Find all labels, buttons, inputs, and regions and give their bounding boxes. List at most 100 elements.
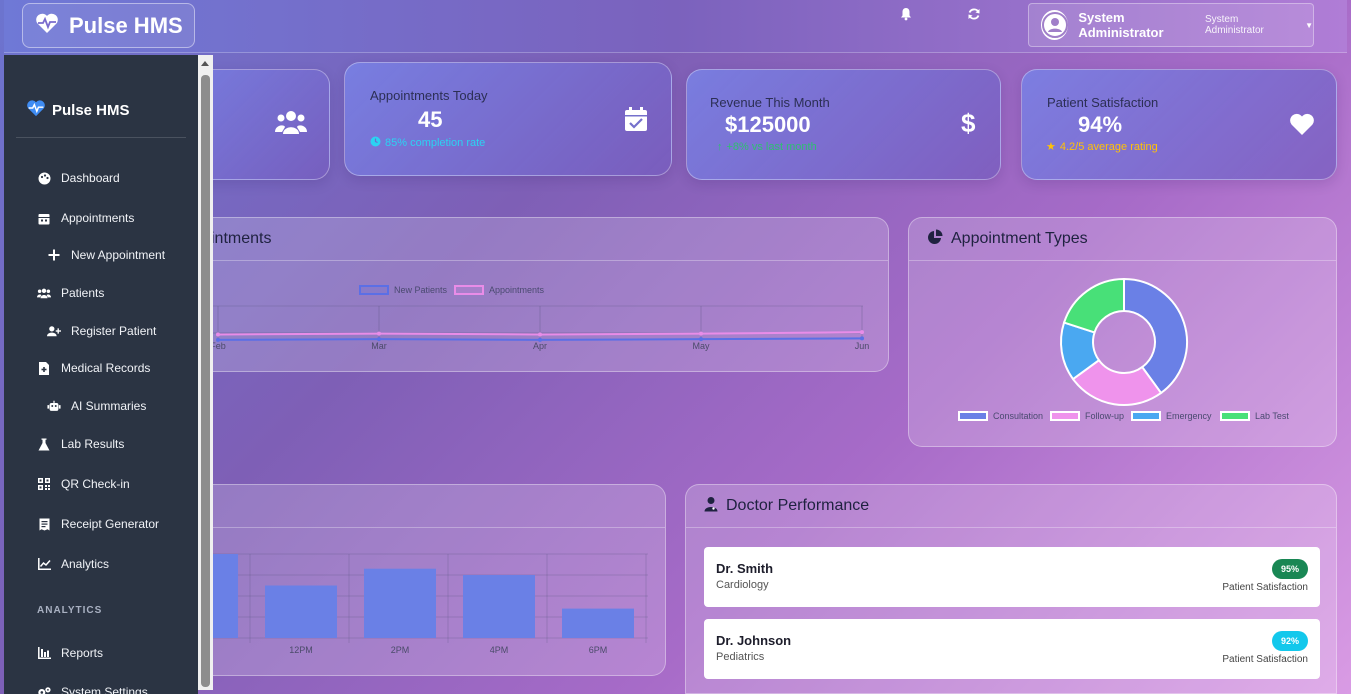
line-chart: Feb Mar Apr May Jun [210, 305, 869, 351]
doctor-card[interactable]: Dr. Johnson Pediatrics 92% Patient Satis… [704, 619, 1320, 679]
sidebar-item-lab-results[interactable]: Lab Results [37, 437, 124, 451]
legend-emergency[interactable]: Emergency [1131, 411, 1212, 421]
heart-icon [1289, 112, 1315, 141]
sidebar-brand[interactable]: Pulse HMS [26, 99, 130, 121]
stat-value: 94% [1078, 112, 1123, 137]
sidebar-scrollbar[interactable] [198, 55, 213, 690]
data-point[interactable] [377, 331, 381, 336]
legend-swatch [1131, 411, 1161, 421]
scrollbar-thumb[interactable] [201, 75, 210, 687]
stat-sub: ↑ +8% vs last month [717, 141, 817, 153]
calendar-check-icon [624, 106, 648, 137]
data-point[interactable] [216, 332, 220, 337]
doctor-name: Dr. Johnson [716, 633, 792, 648]
receipt-icon [37, 517, 51, 531]
file-medical-icon [37, 361, 51, 375]
chart-bar-icon [37, 646, 51, 660]
sidebar-item-dashboard[interactable]: Dashboard [37, 171, 120, 185]
x-tick-label: 6PM [589, 645, 608, 655]
sidebar-item-label: Patients [61, 286, 105, 300]
stat-label: Revenue This Month [710, 95, 830, 110]
user-name: System Administrator [1078, 10, 1164, 40]
sidebar-section-label: ANALYTICS [37, 605, 103, 616]
sidebar-item-label: Lab Results [61, 437, 125, 451]
sidebar-item-qr-check-in[interactable]: QR Check-in [37, 477, 130, 491]
arrow-up-icon: ↑ [717, 141, 723, 153]
legend-swatch [1050, 411, 1080, 421]
sidebar-item-label: Dashboard [61, 171, 120, 185]
dollar-icon: $ [961, 108, 976, 138]
sidebar-item-system-settings[interactable]: System Settings [37, 685, 148, 694]
stat-value: 45 [418, 107, 443, 132]
stat-sub: ★ 4.2/5 average rating [1046, 140, 1158, 154]
users-icon [37, 286, 51, 300]
x-tick-label: 12PM [289, 645, 313, 655]
legend-lab-test[interactable]: Lab Test [1220, 411, 1289, 421]
sync-icon[interactable] [967, 7, 983, 23]
sidebar-item-label: AI Summaries [71, 399, 147, 413]
legend-swatch [1220, 411, 1250, 421]
stat-value: $125000 [725, 112, 811, 137]
chevron-down-icon: ▼ [1305, 20, 1313, 30]
sidebar-item-label: Medical Records [61, 361, 151, 375]
stat-card-revenue: Revenue This Month $125000 ↑ +8% vs last… [686, 69, 1001, 180]
data-point[interactable] [699, 337, 703, 342]
doctor-name: Dr. Smith [716, 561, 774, 576]
x-tick-label: Apr [533, 341, 547, 351]
sidebar-item-register-patient[interactable]: Register Patient [47, 324, 156, 338]
trend-chart-panel: intments New Patients Appointments Feb Ma… [150, 217, 889, 372]
sidebar-item-reports[interactable]: Reports [37, 646, 103, 660]
palette-icon [37, 171, 51, 185]
x-tick-label: May [692, 341, 710, 351]
x-tick-label: Mar [371, 341, 387, 351]
data-point[interactable] [699, 331, 703, 336]
sidebar-item-analytics[interactable]: Analytics [37, 557, 109, 571]
legend-follow-up[interactable]: Follow-up [1050, 411, 1124, 421]
doctor-card[interactable]: Dr. Smith Cardiology 95% Patient Satisfa… [704, 547, 1320, 607]
data-point[interactable] [860, 330, 864, 335]
sidebar-item-label: QR Check-in [61, 477, 130, 491]
legend-consultation[interactable]: Consultation [958, 411, 1043, 421]
user-plus-icon [47, 324, 61, 338]
pie-slice-lab-test[interactable] [1062, 277, 1125, 334]
scroll-up-arrow-icon[interactable] [201, 61, 209, 66]
data-point[interactable] [377, 337, 381, 342]
data-point[interactable] [538, 332, 542, 337]
stat-card-appointments: Appointments Today 45 85% completion rat… [344, 62, 672, 176]
bar-4pm[interactable] [463, 575, 535, 638]
calendar-icon [37, 211, 51, 225]
sidebar-item-medical-records[interactable]: Medical Records [37, 361, 150, 375]
score-badge: 95% [1271, 559, 1308, 579]
hourly-chart-panel: 12PM 2PM 4PM 6PM [150, 484, 666, 676]
clock-icon [370, 136, 381, 150]
sidebar-item-patients[interactable]: Patients [37, 286, 104, 300]
sidebar-item-new-appointment[interactable]: New Appointment [47, 248, 165, 262]
sidebar-item-ai-summaries[interactable]: AI Summaries [47, 399, 146, 413]
doctor-specialty: Pediatrics [716, 651, 765, 663]
star-icon: ★ [1046, 141, 1056, 153]
sidebar-item-receipt-generator[interactable]: Receipt Generator [37, 517, 159, 531]
sidebar-item-label: New Appointment [71, 248, 166, 262]
sidebar-divider [16, 137, 186, 138]
navbar-brand-text: Pulse HMS [69, 12, 183, 38]
bar-2pm[interactable] [364, 568, 436, 638]
data-point[interactable] [216, 337, 220, 342]
sidebar-item-appointments[interactable]: Appointments [37, 211, 134, 225]
bar-12pm[interactable] [265, 585, 337, 639]
top-navbar: Pulse HMS System Administrator System Ad… [4, 0, 1347, 53]
score-label: Patient Satisfaction [1222, 654, 1308, 665]
user-md-icon [704, 496, 718, 517]
x-tick-label: 4PM [490, 645, 509, 655]
data-point[interactable] [860, 336, 864, 341]
bar-6pm[interactable] [562, 608, 634, 638]
legend-swatch [958, 411, 988, 421]
user-menu-dropdown[interactable]: System Administrator System Administrato… [1028, 3, 1314, 47]
stat-card-satisfaction: Patient Satisfaction 94% ★ 4.2/5 average… [1021, 69, 1337, 180]
avatar [1041, 10, 1069, 40]
navbar-brand[interactable]: Pulse HMS [22, 3, 195, 48]
sidebar-item-label: System Settings [61, 685, 148, 694]
stat-label: Appointments Today [370, 88, 488, 103]
sidebar-item-label: Analytics [61, 557, 110, 571]
bell-icon[interactable] [899, 7, 915, 23]
data-point[interactable] [538, 337, 542, 342]
